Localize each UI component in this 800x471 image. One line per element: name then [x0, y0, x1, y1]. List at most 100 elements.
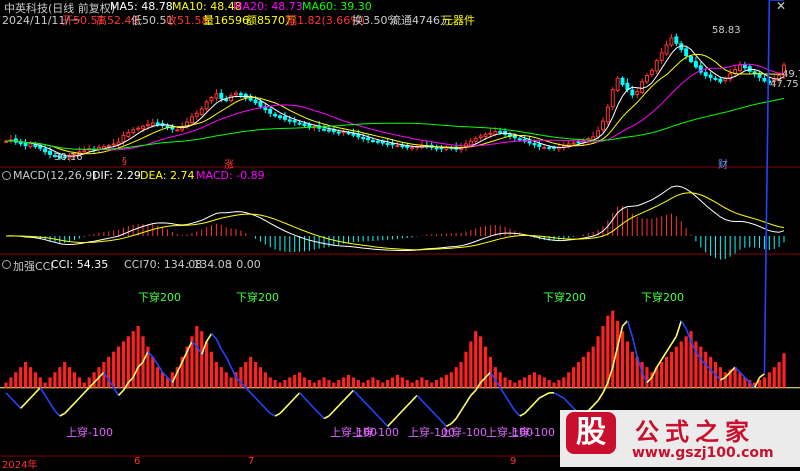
- cci70-bar: [709, 356, 713, 388]
- cci70-bar: [322, 377, 326, 388]
- cci70-bar: [376, 380, 380, 388]
- cci-line-segment: [29, 392, 36, 399]
- candle-body: [199, 108, 204, 115]
- x-axis-label: 6: [134, 456, 141, 467]
- cci70-bar: [205, 341, 209, 388]
- cci70-bar: [479, 336, 483, 388]
- cci70-bar: [518, 380, 522, 388]
- cci70-bar: [674, 346, 678, 388]
- candle-body: [238, 93, 243, 96]
- cci70-bar: [601, 326, 605, 388]
- macd-panel[interactable]: [5, 185, 785, 260]
- cci-line-segment: [44, 395, 51, 404]
- cci-line-segment: [343, 394, 350, 402]
- cci-line-segment: [205, 333, 213, 342]
- candle-body: [645, 75, 649, 83]
- cci70-bar: [508, 380, 512, 388]
- cci70-bar: [660, 362, 664, 388]
- cci-panel[interactable]: [0, 0, 800, 427]
- cci-value-3: : 0.00: [229, 258, 261, 271]
- cci70-bar: [567, 372, 571, 388]
- cci-line-segment: [362, 400, 369, 407]
- high-price-label: 58.83: [712, 25, 741, 36]
- candle-body: [346, 132, 351, 135]
- cci-line-segment: [303, 397, 310, 404]
- cci-line-segment: [274, 412, 281, 417]
- cci70-bar: [557, 380, 561, 388]
- price-panel[interactable]: [4, 33, 786, 162]
- candle-body: [268, 108, 273, 114]
- candle-body: [625, 82, 630, 91]
- cci-line-segment: [220, 348, 227, 358]
- candle-body: [48, 150, 53, 155]
- candle-body: [571, 142, 576, 145]
- cci-line-segment: [215, 338, 223, 350]
- cci70-bar: [464, 351, 468, 388]
- macd-dif: DIF: 2.29: [92, 169, 141, 182]
- cci70-bar: [195, 326, 199, 388]
- cci-line-segment: [34, 387, 41, 394]
- cci70-bar: [762, 377, 767, 388]
- cci-line-segment: [372, 410, 379, 417]
- cci-line-segment: [318, 412, 325, 420]
- candle-body: [297, 122, 302, 125]
- cci70-bar: [249, 356, 253, 388]
- cci-line-segment: [558, 394, 565, 399]
- candle-body: [106, 145, 111, 148]
- annotation-down-cross: 下穿200: [641, 291, 684, 304]
- candle-body: [258, 101, 263, 107]
- cci70-bar: [527, 374, 532, 388]
- cci70-bar: [112, 351, 116, 388]
- candle-body: [468, 140, 473, 146]
- cci70-bar: [121, 341, 126, 388]
- cci70-bar: [43, 382, 47, 388]
- candle-body: [762, 77, 767, 82]
- candle-body: [43, 148, 48, 153]
- cci70-bar: [576, 362, 581, 388]
- cci-line-segment: [279, 407, 286, 414]
- candle-body: [150, 122, 155, 127]
- cci70-bar: [425, 380, 429, 388]
- cci70-bar: [444, 374, 448, 388]
- candle-body: [410, 146, 415, 149]
- cci70-bar: [253, 362, 258, 388]
- marker-cai[interactable]: 财: [718, 156, 728, 171]
- cci70-bar: [679, 341, 683, 388]
- cci-panel-icon[interactable]: [2, 260, 11, 269]
- macd-panel-icon[interactable]: [2, 171, 11, 180]
- candle-body: [209, 97, 214, 102]
- cci-line-segment: [367, 405, 374, 412]
- marker-section[interactable]: §: [122, 156, 127, 167]
- cci70-bar: [33, 372, 37, 388]
- cci-line-segment: [592, 400, 599, 407]
- cci-line-segment: [49, 402, 56, 412]
- candle-body: [385, 143, 390, 146]
- cci70-bar: [312, 382, 316, 388]
- cci-value: CCI: 54.35: [51, 258, 109, 271]
- candle-body: [747, 66, 752, 72]
- quote-volume: 量16596: [203, 14, 249, 27]
- cci70-bar: [704, 351, 708, 388]
- cci-line-segment: [455, 410, 462, 419]
- cci70-bar: [669, 351, 674, 388]
- cci70-bar: [625, 341, 630, 388]
- cci70-bar: [297, 372, 302, 388]
- chart-canvas[interactable]: [0, 0, 800, 467]
- annotation-up-cross: 上穿-100: [440, 426, 487, 439]
- candle-body: [640, 81, 645, 93]
- cci70-bar: [63, 362, 67, 388]
- window-close-icon[interactable]: ✕: [776, 0, 786, 13]
- candle-body: [326, 129, 331, 132]
- site-watermark: 股 公式之家 www.gszj100.com: [560, 410, 800, 467]
- cci70-bar: [268, 377, 272, 388]
- cci70-bar: [483, 346, 488, 388]
- cci70-bar: [356, 380, 360, 388]
- cci70-bar: [200, 331, 204, 388]
- candle-body: [434, 147, 439, 150]
- cci-line-segment: [269, 412, 276, 417]
- candle-body: [395, 145, 400, 148]
- cci-line-segment: [626, 320, 634, 337]
- cci70-bar: [562, 377, 566, 388]
- candle-body: [488, 132, 493, 135]
- cci-line-segment: [680, 320, 687, 329]
